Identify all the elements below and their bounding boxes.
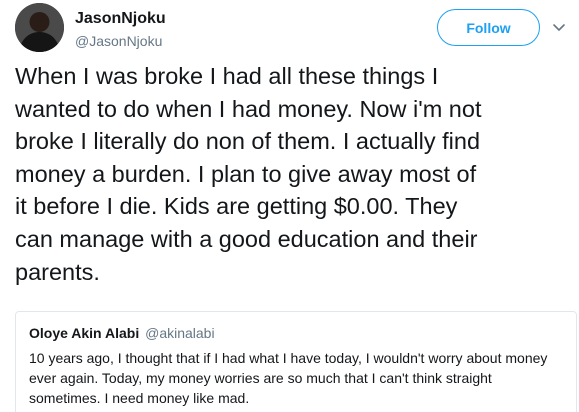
- chevron-down-icon[interactable]: [551, 20, 567, 36]
- author-avatar[interactable]: [15, 3, 64, 52]
- follow-button[interactable]: Follow: [437, 9, 540, 46]
- user-avatar-icon: [15, 3, 64, 52]
- quoted-tweet[interactable]: Oloye Akin Alabi @akinalabi 10 years ago…: [15, 311, 577, 412]
- quoted-author-handle: @akinalabi: [145, 325, 215, 341]
- tweet-text: When I was broke I had all these things …: [15, 63, 482, 285]
- quoted-tweet-header: Oloye Akin Alabi @akinalabi: [29, 324, 564, 342]
- quoted-tweet-text: 10 years ago, I thought that if I had wh…: [29, 350, 548, 406]
- tweet-card: JasonNjoku @JasonNjoku Follow When I was…: [0, 0, 579, 412]
- author-handle[interactable]: @JasonNjoku: [75, 33, 162, 49]
- author-name[interactable]: JasonNjoku: [75, 10, 166, 28]
- quoted-author-name: Oloye Akin Alabi: [29, 325, 140, 341]
